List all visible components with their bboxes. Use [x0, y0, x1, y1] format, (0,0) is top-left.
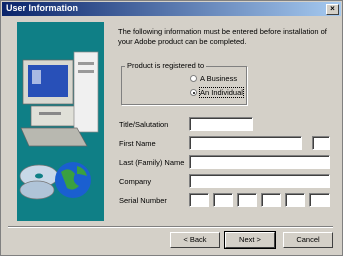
serial-segment-6[interactable]: [309, 193, 330, 207]
company-input[interactable]: [189, 174, 330, 188]
close-button[interactable]: ×: [326, 4, 339, 15]
computer-icon: [20, 51, 99, 147]
button-separator: [8, 226, 333, 228]
registration-legend: Product is registered to: [125, 61, 207, 70]
serial-segment-4[interactable]: [261, 193, 281, 207]
serial-segment-5[interactable]: [285, 193, 305, 207]
title-input[interactable]: [189, 117, 253, 131]
individual-label[interactable]: An Individual: [199, 87, 244, 98]
business-radio[interactable]: [190, 75, 197, 82]
window-title: User Information: [6, 3, 79, 13]
back-button[interactable]: < Back: [170, 232, 220, 248]
middle-initial-input[interactable]: [312, 136, 330, 150]
cd-icon: [19, 164, 59, 200]
title-bar: User Information ×: [2, 2, 341, 16]
serial-segment-2[interactable]: [213, 193, 233, 207]
close-icon: ×: [330, 4, 335, 13]
title-label: Title/Salutation: [119, 120, 169, 129]
serial-number-label: Serial Number: [119, 196, 167, 205]
company-label: Company: [119, 177, 152, 186]
first-name-label: First Name: [119, 139, 156, 148]
cancel-button[interactable]: Cancel: [283, 232, 333, 248]
registration-group: [121, 66, 247, 105]
globe-icon: [55, 162, 91, 198]
serial-segment-1[interactable]: [189, 193, 209, 207]
intro-text: The following information must be entere…: [118, 27, 327, 46]
last-name-input[interactable]: [189, 155, 330, 169]
business-label[interactable]: A Business: [200, 74, 237, 83]
next-button[interactable]: Next >: [224, 231, 276, 249]
individual-radio[interactable]: [190, 89, 197, 96]
last-name-label: Last (Family) Name: [119, 158, 185, 167]
serial-segment-3[interactable]: [237, 193, 257, 207]
first-name-input[interactable]: [189, 136, 302, 150]
setup-illustration: [17, 22, 104, 221]
